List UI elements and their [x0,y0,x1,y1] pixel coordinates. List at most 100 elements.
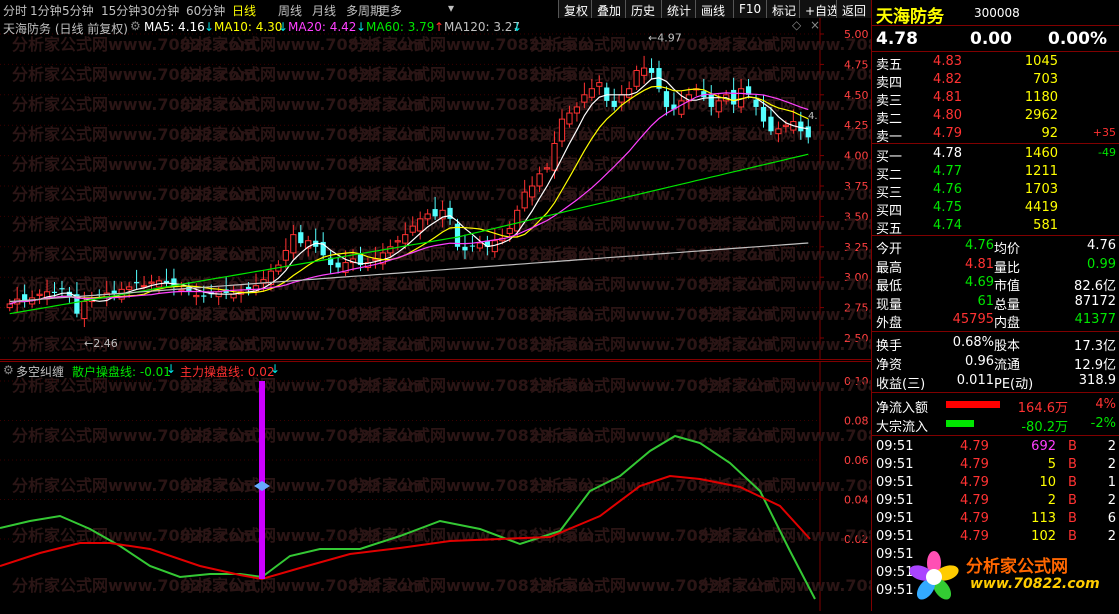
candle-body [782,124,789,127]
main-line-label: 主力操盘线: 0.02 [180,365,275,379]
tick-time: 09:51 [876,529,914,544]
period-tab-9[interactable]: 多周期 [346,2,382,19]
toolbar-button-2[interactable]: 历史 [625,0,661,18]
fund-label: 收益(三) [876,377,926,392]
toolbar-button-4[interactable]: 画线 [695,0,733,18]
indicator-settings-icon[interactable]: ⚙ [3,363,14,377]
high-marker: ←4.97 [648,32,682,45]
toolbar-button-1[interactable]: 叠加 [591,0,625,18]
stat-value: 4.76 [1087,238,1116,253]
period-tab-5[interactable]: 60分钟 [186,2,225,19]
tick-row: 09:51 4.79 10 B 1 [872,474,1119,492]
kline-svg[interactable]: 5.004.754.504.254.003.753.503.253.002.75… [0,18,944,360]
tick-count: 2 [1107,493,1116,508]
toolbar-button-8[interactable]: 返回 [836,0,871,18]
stock-header: 天海防务 300008 [872,2,1119,27]
ask-row: 卖五 4.83 1045 [872,53,1119,73]
toolbar-button-0[interactable]: 复权 [558,0,591,18]
ask-volume: 2962 [1024,108,1058,123]
ask-price: 4.81 [933,90,962,105]
toolbar-button-6[interactable]: 标记 [766,0,799,18]
period-tab-2[interactable]: 5分钟 [62,2,94,19]
stat-value: 82.6亿 [1074,279,1116,294]
candle-body [551,142,558,171]
logo-text: 分析家公式网 [966,557,1068,577]
watermark-text: 分析家公式网www.70822.com [700,426,871,445]
bid-price: 4.74 [933,218,962,233]
last-price: 4.78 [876,29,918,49]
stat-label: 市值 [994,279,1021,294]
tick-time: 09:51 [876,439,914,454]
period-tab-3[interactable]: 15分钟 [101,2,140,19]
candle-body [618,94,625,103]
fund-value: 0.011 [956,373,994,388]
more-chevron-icon[interactable]: ▾ [448,1,454,15]
bid-row: 买一 4.78 1460 -49 [872,145,1119,165]
bid-volume: 1211 [1024,164,1058,179]
period-tab-8[interactable]: 月线 [312,2,336,19]
ask-price: 4.79 [933,126,962,141]
candle-body [462,246,468,251]
stat-row: 最低 4.69 市值 82.6亿 [872,274,1119,294]
toolbar-button-5[interactable]: F10 [733,0,766,18]
fund-label: 换手 [876,339,903,354]
candle-body [573,106,581,114]
flow-pct: -2% [1090,416,1116,431]
arrow-down-icon: ↓ [356,20,367,34]
period-toolbar: 分时 1分钟 5分钟 15分钟 30分钟 60分钟 日线 周线 月线 多周期 更多 ▾ 复权 叠加 历史 统计… [0,0,871,19]
period-tab-1[interactable]: 1分钟 [30,2,62,19]
indicator-svg[interactable]: 0.100.080.060.040.02分析家公式网www.70822.com分… [0,361,944,611]
period-tab-6[interactable]: 日线 [232,2,256,19]
candle-body [140,285,148,288]
fund-value: 17.3亿 [1074,339,1116,354]
period-tab-0[interactable]: 分时 [3,2,27,19]
candle-body [282,249,289,261]
tick-row: 09:51 4.79 2 B 2 [872,492,1119,510]
stat-label: 均价 [994,242,1021,257]
diamond-icon[interactable]: ◇ [792,18,801,32]
ask-volume: 1180 [1024,90,1058,105]
bid-volume: 4419 [1024,200,1058,215]
candle-body [798,121,804,132]
ask-volume: 92 [1041,126,1058,141]
flow-pct: 4% [1095,397,1116,412]
arrow-up-icon: ↑ [434,20,445,34]
watermark-text: 分析家公式网www.70822.com [700,376,871,395]
period-tab-4[interactable]: 30分钟 [140,2,179,19]
candle-body [678,100,685,115]
close-icon[interactable]: × [810,18,820,32]
candle-body [626,88,633,98]
stat-label: 内盘 [994,316,1021,331]
tick-volume: 2 [1047,493,1056,508]
ask-row: 卖二 4.80 2962 [872,107,1119,127]
settings-icon[interactable]: ⚙ [130,19,141,33]
candle-body [753,99,759,107]
stat-row: 外盘 45795 内盘 41377 [872,311,1119,331]
candle-body [432,209,438,217]
signal-bar [259,381,265,579]
site-logo: 分析家公式网 www.70822.com [904,548,1116,606]
watermark-text: 分析家公式网www.70822.com [700,335,871,354]
candle-body [81,301,88,320]
candle-body [148,281,155,284]
arrow-down-icon: ↓ [270,362,281,376]
indicator-chart[interactable]: 0.10 0.08 0.06 0.04 0.02 分析家公式网www.70822.com 分… [0,361,944,611]
y-tick-label: 0.06 [844,454,869,467]
period-tab-7[interactable]: 周线 [278,2,302,19]
ask-row: 卖一 4.79 92 +35 [872,125,1119,145]
flow-value: -80.2万 [1021,420,1068,435]
fund-row: 换手 0.68% 股本 17.3亿 [872,334,1119,354]
kline-chart[interactable]: 5.00 4.75 4.50 4.25 4.00 3.75 3.50 3.25 3.00 2.75… [0,18,944,360]
candle-body [708,94,714,107]
watermark-text: 分析家公式网www.70822.com [700,185,871,204]
candle-body [59,288,65,290]
period-tab-10[interactable]: 更多 [378,2,402,19]
stat-label: 最低 [876,279,903,294]
toolbar-button-3[interactable]: 统计 [661,0,695,18]
stat-value: 4.76 [965,238,994,253]
fund-label: PE(动) [994,377,1034,392]
toolbar-button-7[interactable]: +自选 [799,0,839,18]
fund-label: 股本 [994,339,1021,354]
tick-price: 4.79 [960,439,989,454]
bid-price: 4.75 [933,200,962,215]
